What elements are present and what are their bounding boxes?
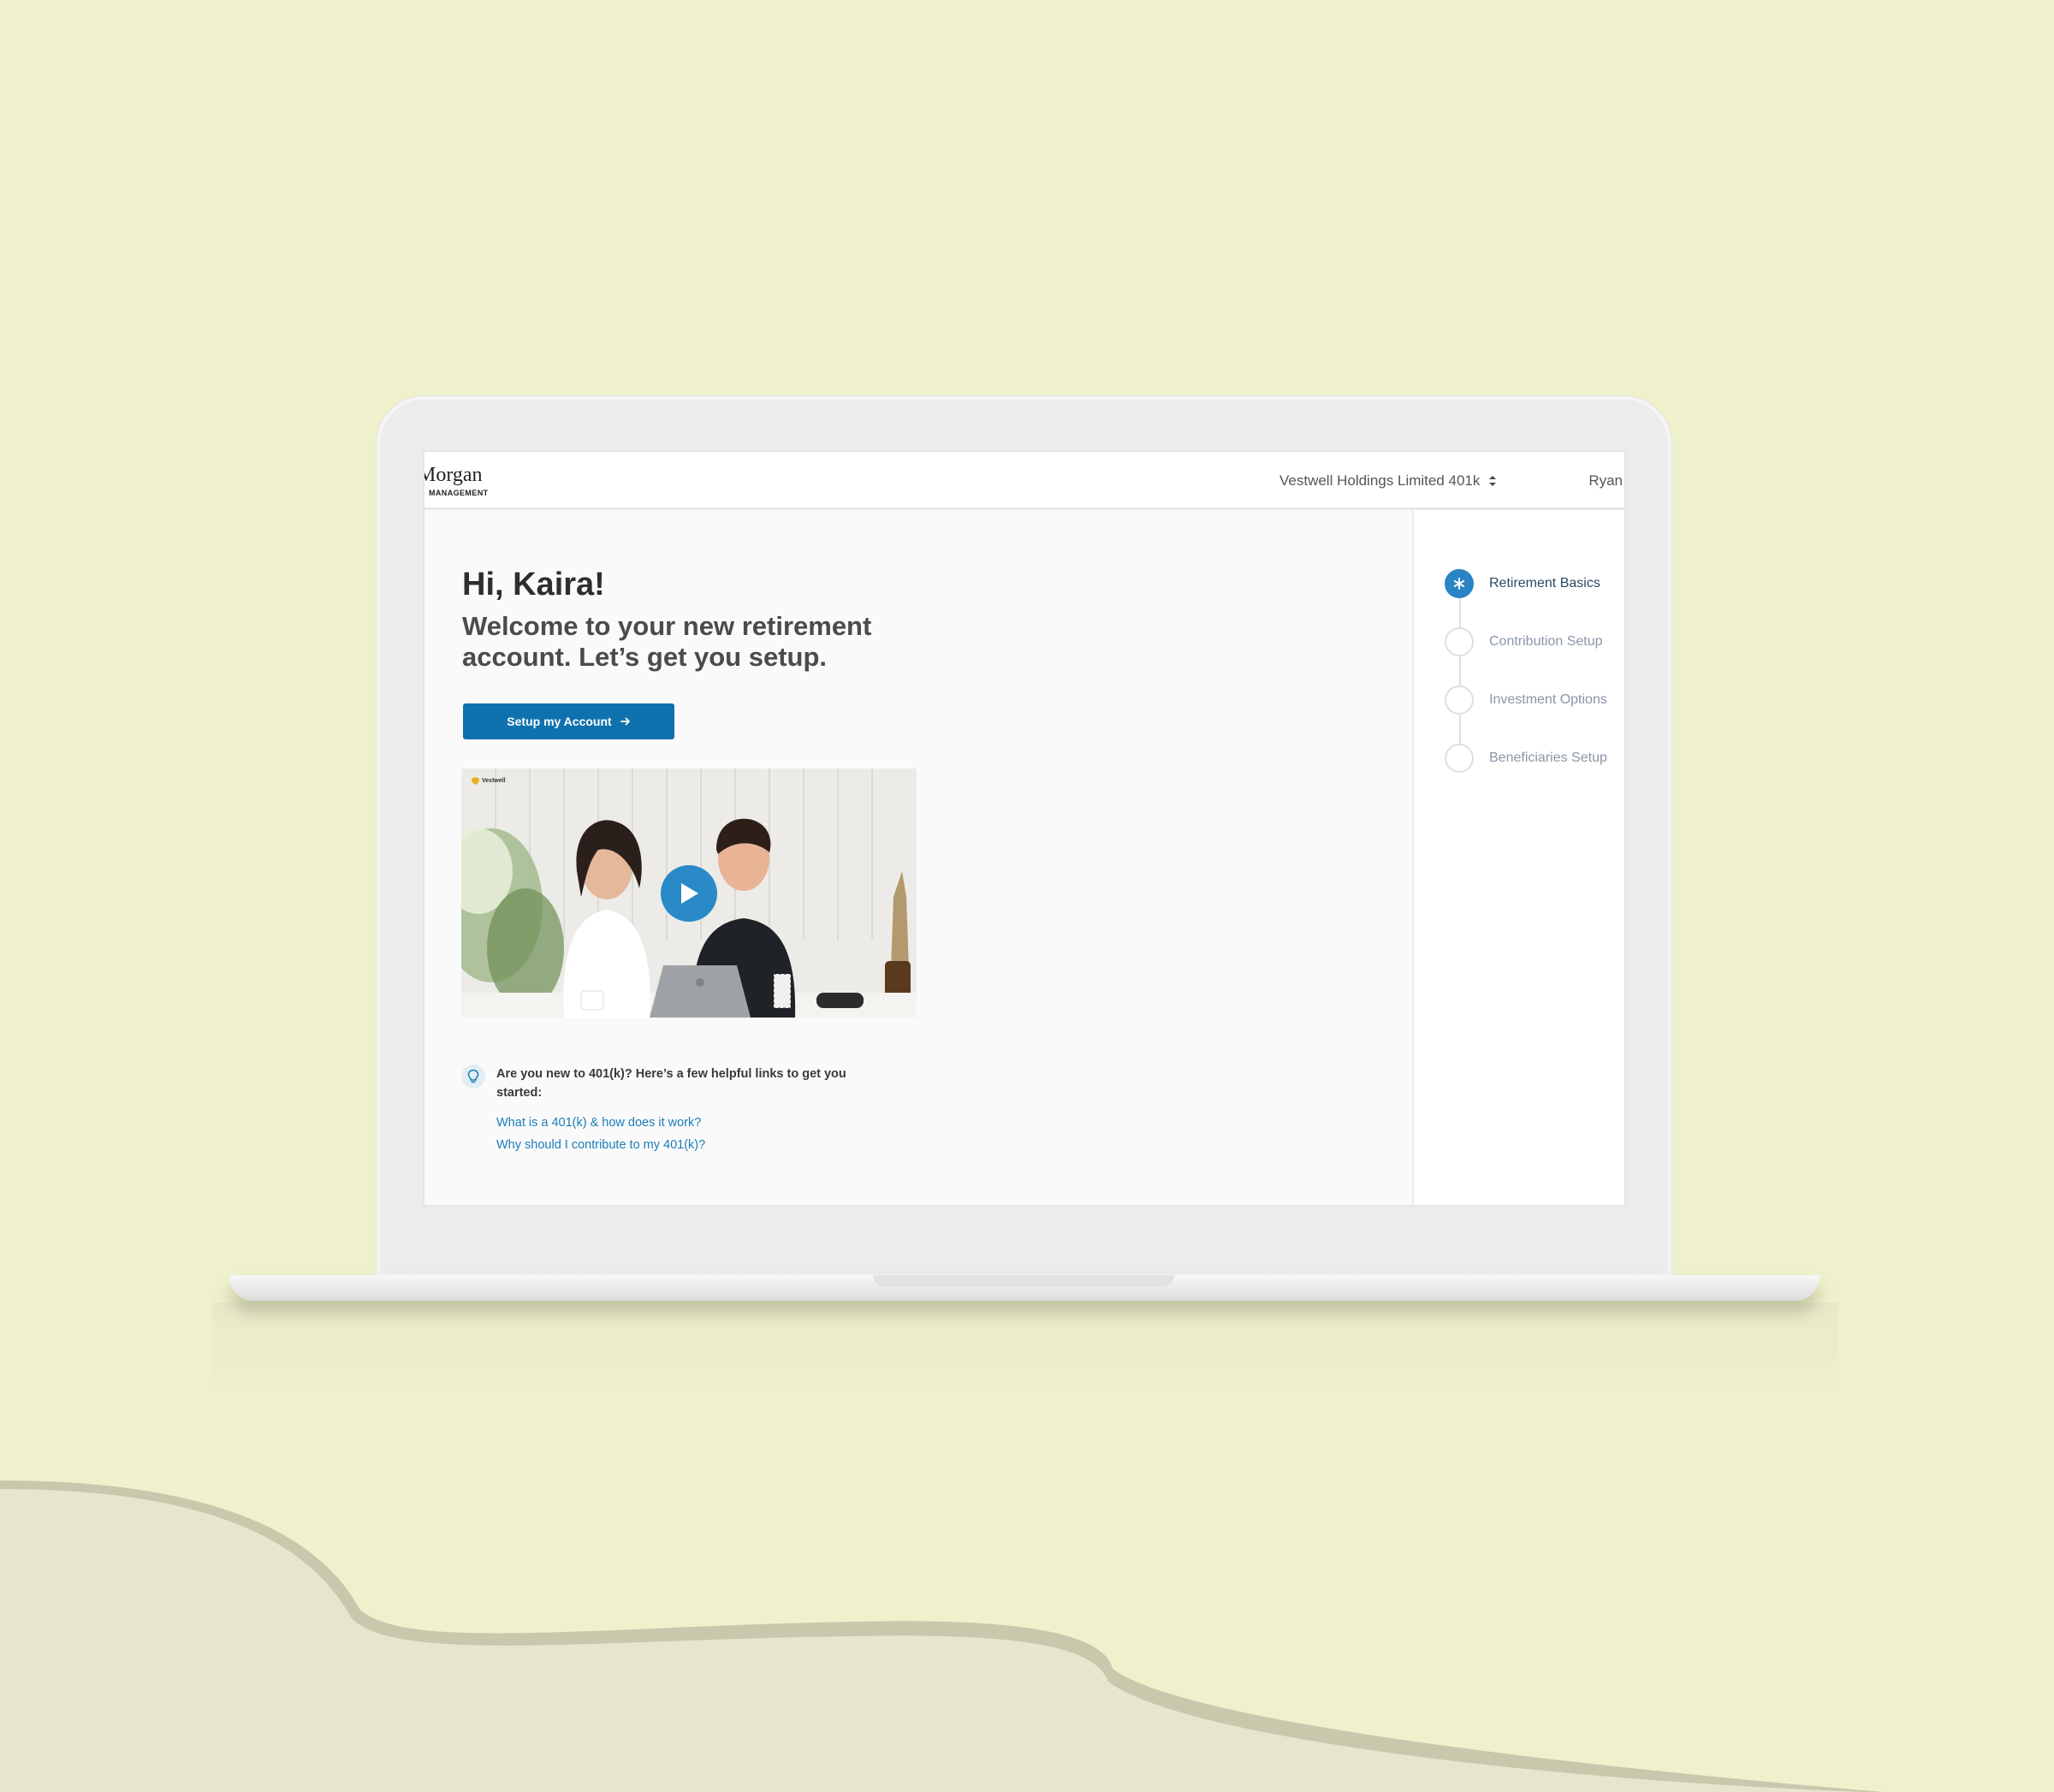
- user-menu[interactable]: Ryan: [1588, 472, 1623, 490]
- main-content: Hi, Kaira! Welcome to your new retiremen…: [424, 510, 1414, 1205]
- video-watermark: Vestwell: [472, 777, 506, 785]
- plan-selector[interactable]: Vestwell Holdings Limited 401k: [1279, 472, 1497, 490]
- link-what-is-401k[interactable]: What is a 401(k) & how does it work?: [496, 1116, 701, 1130]
- chevron-up-down-icon: [1489, 476, 1497, 486]
- help-tip-text: Are you new to 401(k)? Here’s a few help…: [496, 1067, 846, 1100]
- setup-account-button-label: Setup my Account: [507, 715, 612, 728]
- logo-wordmark: Morgan: [424, 464, 483, 486]
- company-logo[interactable]: Morgan MANAGEMENT: [424, 464, 502, 501]
- step-label: Contribution Setup: [1489, 634, 1603, 649]
- link-why-contribute[interactable]: Why should I contribute to my 401(k)?: [496, 1138, 705, 1152]
- step-connector: [1459, 598, 1461, 627]
- arrow-right-icon: [620, 717, 630, 726]
- step-investment-options[interactable]: Investment Options: [1445, 685, 1607, 715]
- top-navigation-bar: Morgan MANAGEMENT Vestwell Holdings Limi…: [424, 452, 1624, 510]
- step-indicator: [1445, 744, 1474, 773]
- play-button[interactable]: [661, 865, 717, 922]
- step-beneficiaries-setup[interactable]: Beneficiaries Setup: [1445, 744, 1607, 773]
- welcome-message: Welcome to your new retirement account. …: [462, 611, 872, 672]
- video-brand-label: Vestwell: [482, 778, 506, 784]
- intro-video[interactable]: Vestwell: [461, 768, 917, 1018]
- logo-subtitle: MANAGEMENT: [429, 489, 489, 497]
- step-label: Investment Options: [1489, 692, 1607, 707]
- shield-icon: [472, 777, 479, 785]
- lightbulb-icon: [461, 1065, 485, 1089]
- step-retirement-basics[interactable]: Retirement Basics: [1445, 569, 1600, 598]
- step-indicator: [1445, 569, 1474, 598]
- step-label: Beneficiaries Setup: [1489, 751, 1607, 765]
- step-indicator: [1445, 627, 1474, 656]
- play-icon: [681, 883, 698, 904]
- laptop-notch: [873, 1275, 1174, 1287]
- greeting-heading: Hi, Kaira!: [462, 567, 605, 602]
- asterisk-icon: [1453, 578, 1465, 590]
- step-contribution-setup[interactable]: Contribution Setup: [1445, 627, 1603, 656]
- step-connector: [1459, 656, 1461, 685]
- step-connector: [1459, 715, 1461, 744]
- laptop-reflection: [212, 1302, 1838, 1397]
- app-screen: Morgan MANAGEMENT Vestwell Holdings Limi…: [423, 450, 1626, 1207]
- setup-account-button[interactable]: Setup my Account: [463, 703, 674, 739]
- step-label: Retirement Basics: [1489, 576, 1600, 590]
- step-indicator: [1445, 685, 1474, 715]
- plan-selector-label: Vestwell Holdings Limited 401k: [1279, 472, 1481, 489]
- onboarding-steps: Retirement Basics Contribution Setup Inv…: [1414, 510, 1624, 1205]
